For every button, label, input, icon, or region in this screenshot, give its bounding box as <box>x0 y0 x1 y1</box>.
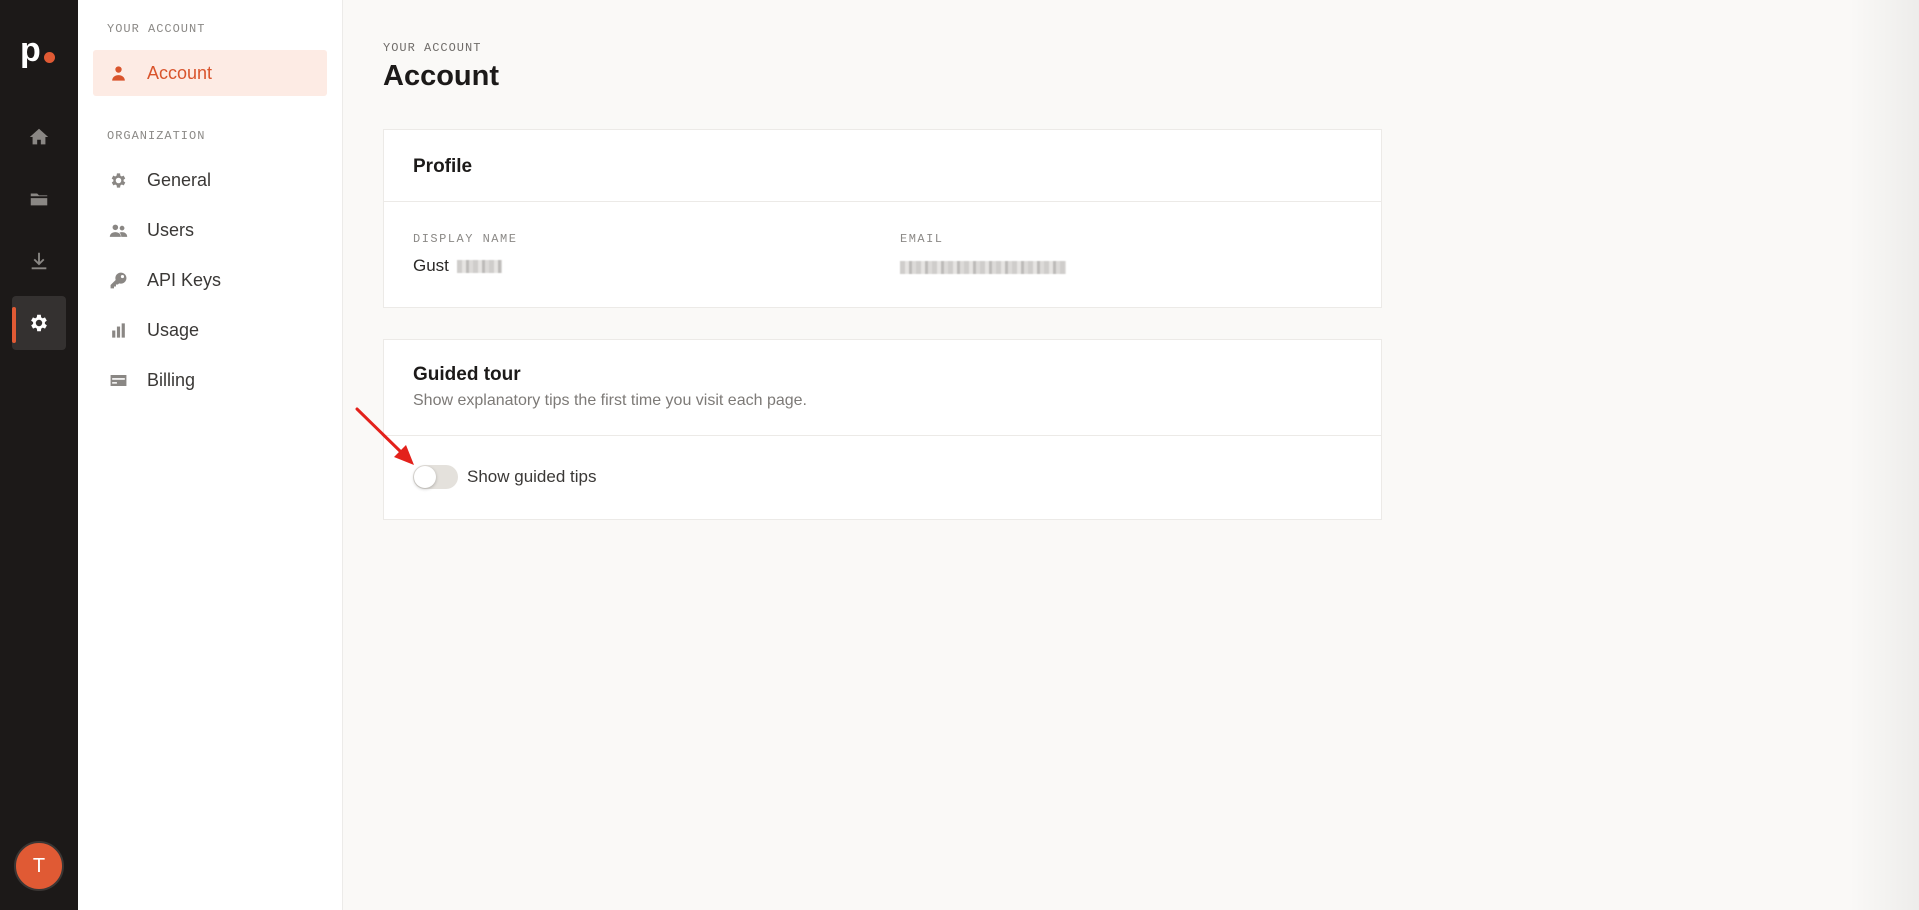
profile-card: Profile DISPLAY NAME Gust EMAIL <box>383 129 1382 308</box>
profile-card-title: Profile <box>413 156 473 177</box>
app-logo[interactable]: p <box>20 31 60 72</box>
rail-files-button[interactable] <box>12 172 66 226</box>
bar-chart-icon <box>107 319 129 341</box>
sidebar-item-label: Account <box>147 62 213 83</box>
gear-icon <box>31 314 47 332</box>
guided-tips-label: Show guided tips <box>467 467 597 486</box>
credit-card-icon <box>107 369 129 391</box>
sidebar-item-label: API Keys <box>147 269 222 290</box>
folder-icon <box>30 193 48 206</box>
sidebar-item-label: General <box>147 169 212 190</box>
guided-tips-toggle-row[interactable]: Show guided tips <box>413 465 596 489</box>
profile-card-header: Profile <box>384 130 1381 202</box>
home-icon <box>29 128 49 145</box>
download-icon <box>31 252 47 270</box>
app-rail: p T <box>0 0 78 910</box>
section-label-organization: ORGANIZATION <box>107 129 206 143</box>
rail-home-button[interactable] <box>12 110 66 164</box>
sidebar-item-label: Usage <box>147 319 200 340</box>
email-label: EMAIL <box>900 232 944 246</box>
section-label-account: YOUR ACCOUNT <box>107 22 206 36</box>
display-name-value: Gust <box>413 256 502 276</box>
guided-tour-card: Guided tour Show explanatory tips the fi… <box>383 339 1382 520</box>
users-icon <box>107 219 129 241</box>
page-title: Account <box>383 60 499 92</box>
logo-dot <box>44 52 55 63</box>
annotation-arrow-icon <box>355 407 414 465</box>
redacted-email <box>900 261 1066 275</box>
guided-tour-title: Guided tour <box>413 364 521 385</box>
display-name-text: Gust <box>413 256 449 275</box>
email-value <box>900 257 1066 277</box>
guided-tour-card-header: Guided tour Show explanatory tips the fi… <box>384 340 1381 436</box>
key-icon <box>107 269 129 291</box>
person-icon <box>107 62 129 84</box>
redacted-name <box>456 260 502 274</box>
sidebar-item-billing[interactable]: Billing <box>93 357 327 403</box>
sidebar-item-usage[interactable]: Usage <box>93 307 327 353</box>
active-indicator <box>12 307 16 343</box>
rail-settings-button[interactable] <box>12 296 66 350</box>
display-name-label: DISPLAY NAME <box>413 232 518 246</box>
user-avatar[interactable]: T <box>14 841 64 891</box>
rail-downloads-button[interactable] <box>12 234 66 288</box>
sidebar-item-general[interactable]: General <box>93 157 327 203</box>
sidebar-item-account[interactable]: Account <box>93 50 327 96</box>
settings-sidebar: YOUR ACCOUNT Account ORGANIZATION Genera… <box>78 0 343 910</box>
gear-icon <box>107 169 129 191</box>
sidebar-item-users[interactable]: Users <box>93 207 327 253</box>
page-eyebrow: YOUR ACCOUNT <box>383 41 482 55</box>
edge-shadow <box>1849 0 1919 910</box>
sidebar-item-label: Billing <box>147 369 196 390</box>
sidebar-item-label: Users <box>147 219 195 240</box>
sidebar-item-api-keys[interactable]: API Keys <box>93 257 327 303</box>
logo-letter: p <box>20 31 41 69</box>
guided-tour-subtitle: Show explanatory tips the first time you… <box>413 392 807 409</box>
